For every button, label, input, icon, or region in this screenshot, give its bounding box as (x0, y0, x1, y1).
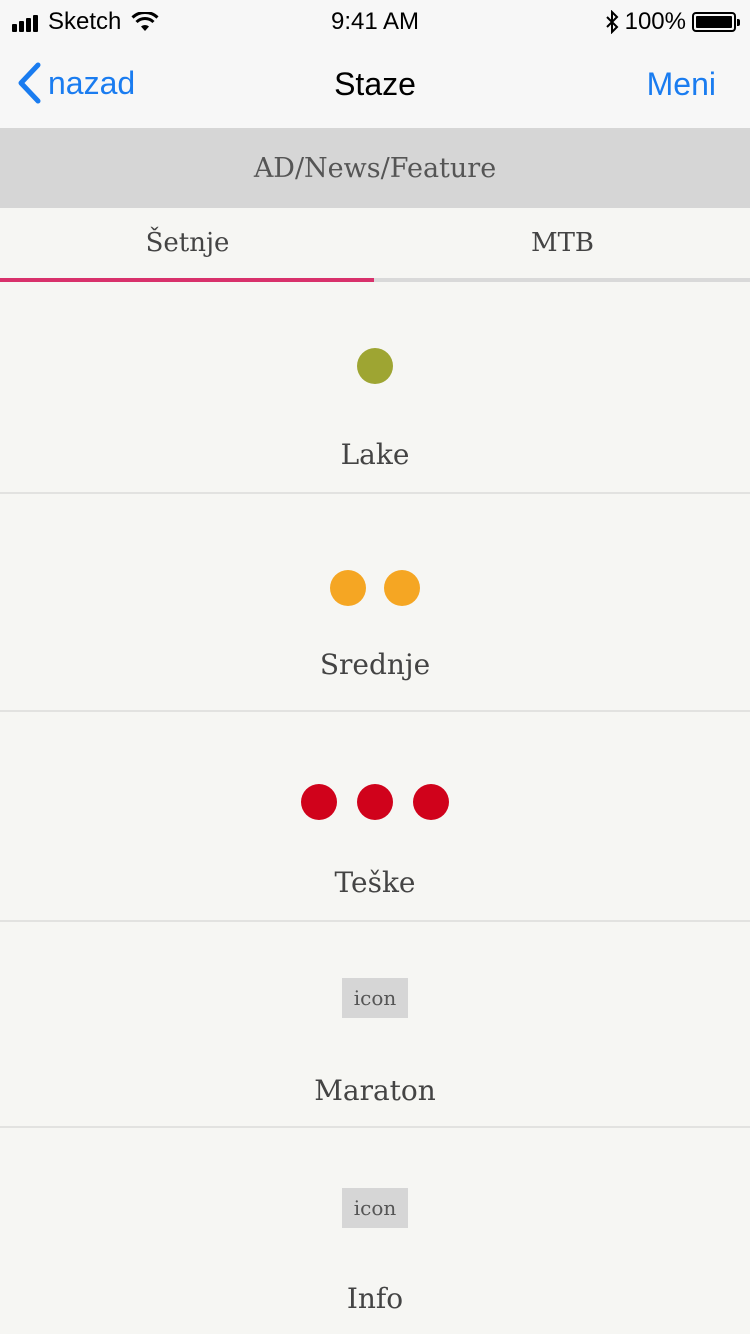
tab-bar: Šetnje MTB (0, 208, 750, 282)
difficulty-dot (330, 570, 366, 606)
list-item-srednje[interactable]: Srednje (0, 494, 750, 712)
difficulty-dots (0, 784, 750, 820)
list-item-teske[interactable]: Teške (0, 712, 750, 922)
difficulty-dots (0, 570, 750, 606)
difficulty-dot (301, 784, 337, 820)
list-item-label: Info (346, 1282, 404, 1315)
battery-percent: 100% (624, 8, 686, 35)
difficulty-dot (384, 570, 420, 606)
difficulty-dot (357, 348, 393, 384)
list-item-lake[interactable]: Lake (0, 282, 750, 494)
tab-setnje[interactable]: Šetnje (0, 208, 375, 278)
list-item-info[interactable]: icon Info (0, 1128, 750, 1334)
ad-banner[interactable]: AD/News/Feature (0, 128, 750, 208)
difficulty-dot (413, 784, 449, 820)
page-title: Staze (334, 66, 416, 102)
list-item-label: Teške (334, 866, 416, 899)
list-item-label: Maraton (314, 1074, 436, 1107)
bluetooth-icon (605, 10, 619, 34)
status-right: 100% (605, 8, 740, 36)
list-item-maraton[interactable]: icon Maraton (0, 922, 750, 1128)
list-item-label: Srednje (319, 648, 431, 681)
navigation-bar: nazad Staze Meni (0, 44, 750, 128)
ad-banner-label: AD/News/Feature (253, 152, 497, 184)
difficulty-dots (0, 348, 750, 384)
list-item-label: Lake (340, 438, 410, 471)
placeholder-icon: icon (342, 1188, 408, 1228)
status-bar: Sketch 9:41 AM 100% (0, 0, 750, 44)
difficulty-dot (357, 784, 393, 820)
placeholder-icon: icon (342, 978, 408, 1018)
tab-mtb[interactable]: MTB (375, 208, 750, 278)
battery-icon (692, 12, 740, 32)
menu-button[interactable]: Meni (647, 66, 716, 103)
